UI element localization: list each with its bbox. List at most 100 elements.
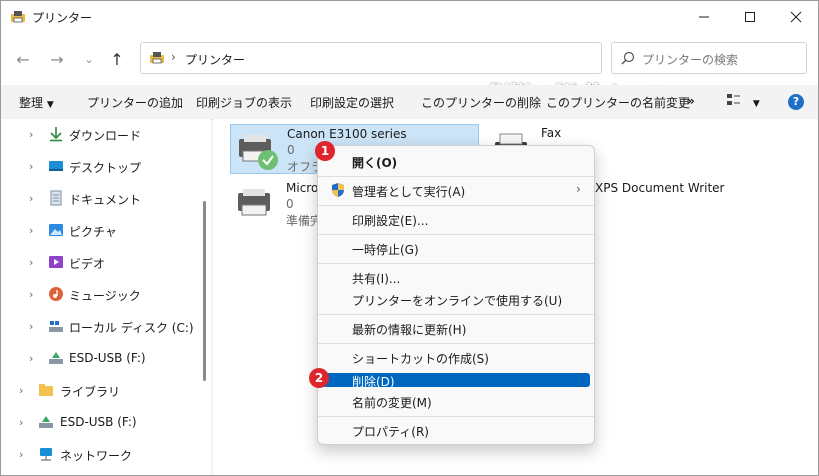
- close-button[interactable]: [773, 1, 818, 33]
- default-printer-check-icon: [257, 149, 279, 174]
- sidebar-item-label: デスクトップ: [69, 161, 142, 175]
- address-row: ← → ⌄ ↑ › プリンター プリンターの検索 BillionWallet.c…: [1, 33, 818, 101]
- expand-chevron-icon[interactable]: ›: [29, 160, 33, 173]
- menu-separator: [318, 314, 594, 315]
- expand-chevron-icon[interactable]: ›: [19, 384, 23, 397]
- expand-chevron-icon[interactable]: ›: [29, 320, 33, 333]
- sidebar-item-downloads[interactable]: › ダウンロード: [1, 121, 201, 149]
- expand-chevron-icon[interactable]: ›: [29, 224, 33, 237]
- sidebar-item-documents[interactable]: › ドキュメント: [1, 185, 201, 213]
- desktop-icon: [48, 158, 64, 174]
- menu-item-properties[interactable]: プロパティ(R): [322, 419, 590, 441]
- sidebar-item-library[interactable]: › ライブラリ: [1, 377, 201, 405]
- menu-item-share[interactable]: 共有(I)...: [322, 266, 590, 288]
- sidebar-item-desktop[interactable]: › デスクトップ: [1, 153, 201, 181]
- sidebar-item-label: ダウンロード: [69, 129, 142, 143]
- maximize-button[interactable]: [727, 1, 773, 33]
- network-icon: [38, 446, 54, 462]
- expand-chevron-icon[interactable]: ›: [29, 192, 33, 205]
- expand-chevron-icon[interactable]: ›: [19, 448, 23, 461]
- documents-icon: [48, 190, 64, 206]
- library-icon: [38, 382, 54, 398]
- search-placeholder: プリンターの検索: [642, 53, 739, 67]
- printer-icon: [234, 187, 274, 224]
- more-commands-button[interactable]: »: [687, 94, 695, 108]
- sidebar-item-label: ESD-USB (F:): [60, 415, 137, 429]
- breadcrumb[interactable]: プリンター: [185, 51, 245, 68]
- menu-separator: [318, 416, 594, 417]
- sidebar-scrollbar[interactable]: [203, 201, 206, 381]
- help-icon[interactable]: ?: [788, 94, 804, 110]
- recent-chevron-icon[interactable]: ⌄: [77, 47, 101, 71]
- printer-name: XPS Document Writer: [595, 181, 725, 195]
- sidebar-item-label: ドキュメント: [69, 193, 142, 207]
- menu-separator: [318, 205, 594, 206]
- sidebar-item-usb-drive[interactable]: › ESD-USB (F:): [1, 345, 201, 373]
- add-printer-button[interactable]: プリンターの追加: [87, 94, 183, 111]
- sidebar-item-network[interactable]: › ネットワーク: [1, 441, 201, 469]
- menu-item-refresh[interactable]: 最新の情報に更新(H): [322, 317, 590, 339]
- menu-item-rename[interactable]: 名前の変更(M): [322, 390, 590, 412]
- expand-chevron-icon[interactable]: ›: [29, 288, 33, 301]
- view-print-jobs-button[interactable]: 印刷ジョブの表示: [196, 94, 292, 111]
- sidebar-item-label: ネットワーク: [60, 449, 133, 463]
- sidebar-item-label: ライブラリ: [60, 385, 121, 399]
- usb-drive-icon: [48, 350, 64, 366]
- printer-folder-icon: [10, 9, 26, 28]
- up-arrow-icon[interactable]: ↑: [105, 47, 129, 71]
- expand-chevron-icon[interactable]: ›: [29, 128, 33, 141]
- step-badge-2: 2: [309, 368, 329, 388]
- step-badge-1: 1: [315, 141, 335, 161]
- uac-shield-icon: [330, 182, 346, 201]
- sidebar-item-videos[interactable]: › ビデオ: [1, 249, 201, 277]
- minimize-button[interactable]: [681, 1, 727, 33]
- download-icon: [48, 126, 64, 142]
- dropdown-arrow-icon: ▼: [752, 99, 760, 109]
- select-print-settings-button[interactable]: 印刷設定の選択: [310, 94, 394, 111]
- window-title: プリンター: [32, 11, 93, 25]
- expand-chevron-icon[interactable]: ›: [29, 352, 33, 365]
- usb-drive-icon: [38, 414, 54, 430]
- menu-item-use-online[interactable]: プリンターをオンラインで使用する(U): [322, 288, 590, 310]
- menu-item-pause[interactable]: 一時停止(G): [322, 237, 590, 259]
- expand-chevron-icon[interactable]: ›: [19, 416, 23, 429]
- view-options-button[interactable]: ▼: [727, 94, 760, 109]
- sidebar-item-label: ビデオ: [69, 257, 106, 271]
- menu-item-create-shortcut[interactable]: ショートカットの作成(S): [322, 346, 590, 368]
- view-options-icon: [727, 94, 741, 109]
- printer-name: Canon E3100 series: [287, 127, 407, 141]
- pictures-icon: [48, 222, 64, 238]
- address-bar[interactable]: › プリンター: [140, 42, 602, 74]
- context-menu: 開く(O) 管理者として実行(A) › 印刷設定(E)... 一時停止(G) 共…: [317, 145, 595, 445]
- sidebar-item-label: ピクチャ: [69, 225, 117, 239]
- dropdown-arrow-icon: ▼: [46, 100, 54, 110]
- organize-button[interactable]: 整理 ▼: [19, 94, 54, 111]
- submenu-chevron-icon: ›: [576, 182, 581, 196]
- title-bar: プリンター: [1, 1, 818, 33]
- printer-name: Fax: [541, 126, 562, 140]
- menu-item-delete[interactable]: 削除(D): [322, 373, 590, 389]
- printer-jobs-count: 0: [287, 143, 295, 157]
- explorer-window: プリンター ← → ⌄ ↑ › プリンター プリンターの検索 Bill: [0, 0, 819, 476]
- sidebar-item-music[interactable]: › ミュージック: [1, 281, 201, 309]
- video-icon: [48, 254, 64, 270]
- back-arrow-icon[interactable]: ←: [11, 47, 35, 71]
- sidebar-item-local-disk[interactable]: › ローカル ディスク (C:): [1, 313, 201, 341]
- menu-separator: [318, 176, 594, 177]
- menu-separator: [318, 263, 594, 264]
- sidebar-item-label: ミュージック: [69, 289, 141, 303]
- printer-jobs-count: 0: [286, 197, 294, 211]
- menu-item-open[interactable]: 開く(O): [322, 150, 590, 172]
- rename-printer-button[interactable]: このプリンターの名前変更: [546, 94, 690, 111]
- sidebar-item-pictures[interactable]: › ピクチャ: [1, 217, 201, 245]
- remove-printer-button[interactable]: このプリンターの削除: [421, 94, 541, 111]
- search-input[interactable]: プリンターの検索: [611, 42, 807, 74]
- menu-item-run-as-admin[interactable]: 管理者として実行(A) ›: [322, 179, 590, 201]
- forward-arrow-icon[interactable]: →: [45, 47, 69, 71]
- menu-separator: [318, 234, 594, 235]
- menu-item-print-settings[interactable]: 印刷設定(E)...: [322, 208, 590, 230]
- drive-icon: [48, 318, 64, 334]
- breadcrumb-chevron-icon: ›: [171, 50, 176, 64]
- sidebar-item-usb-drive-root[interactable]: › ESD-USB (F:): [1, 409, 201, 437]
- expand-chevron-icon[interactable]: ›: [29, 256, 33, 269]
